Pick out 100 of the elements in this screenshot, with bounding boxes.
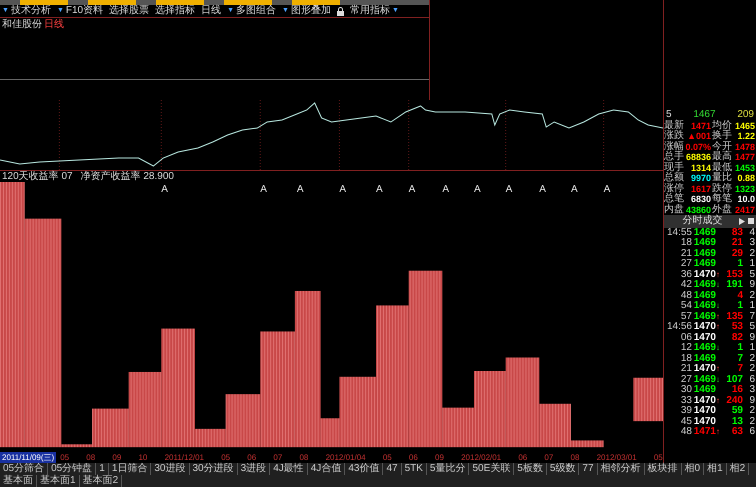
trade-volume: 107 bbox=[725, 374, 743, 385]
bottom-tab[interactable]: 相0 bbox=[682, 463, 704, 475]
bottom-tab[interactable]: 47 bbox=[383, 463, 402, 475]
trade-volume: 1 bbox=[736, 343, 743, 354]
bottom-tab[interactable]: 30进段 bbox=[151, 463, 190, 475]
date-label: 10 bbox=[138, 452, 148, 463]
play-icon[interactable] bbox=[739, 218, 745, 225]
date-label: 2012/01/04 bbox=[326, 452, 366, 463]
trade-price: 1469 bbox=[692, 301, 716, 312]
bottom-tab[interactable]: 相2 bbox=[726, 463, 750, 475]
trade-volume: 7 bbox=[736, 354, 743, 364]
trade-price: 1469 bbox=[692, 343, 716, 354]
date-label: 2012/03/01 bbox=[596, 452, 637, 462]
date-label: 06 bbox=[247, 452, 256, 462]
trade-volume: 135 bbox=[725, 312, 743, 322]
bottom-tab[interactable]: 77 bbox=[579, 463, 598, 475]
bottom-tab[interactable]: 5TK bbox=[402, 463, 427, 475]
trade-time: 14:55 bbox=[666, 228, 692, 238]
bottom-tab[interactable]: 基本面1 bbox=[37, 475, 80, 487]
bottom-tab[interactable]: 基本面2 bbox=[80, 475, 122, 487]
trade-price: 1469 bbox=[692, 312, 716, 322]
trade-time: 48 bbox=[680, 290, 692, 301]
quote-value: 1478 bbox=[734, 142, 756, 152]
trade-price: 1469 bbox=[692, 374, 716, 385]
volume-bar bbox=[633, 378, 663, 422]
trade-price: 1469 bbox=[692, 228, 716, 238]
trade-time: 42 bbox=[680, 280, 692, 291]
quote-value: 9970 bbox=[690, 173, 712, 184]
trade-price: 1470 bbox=[692, 270, 716, 280]
trade-volume: 1 bbox=[736, 301, 743, 312]
date-label: 07 bbox=[273, 452, 282, 463]
bottom-tab[interactable]: 3进段 bbox=[238, 463, 270, 475]
trade-price: 1470 bbox=[692, 396, 716, 406]
quote-label: 外盘 bbox=[712, 204, 732, 214]
trade-arrow: ↓ bbox=[716, 374, 721, 386]
lock-icon[interactable] bbox=[336, 6, 344, 16]
bottom-tab[interactable]: 1 bbox=[96, 463, 109, 475]
trade-arrow: ↑ bbox=[716, 312, 721, 322]
bottom-tab[interactable]: 05分筛合 bbox=[0, 463, 48, 475]
date-label: 06 bbox=[518, 452, 528, 462]
toolbar-menu[interactable]: 日线 bbox=[201, 5, 222, 17]
quote-value: ▲001 bbox=[686, 131, 712, 142]
square-icon[interactable] bbox=[748, 218, 754, 224]
trade-count: 3 bbox=[748, 238, 755, 249]
trade-time: 27 bbox=[680, 374, 692, 385]
quote-value: 6830 bbox=[690, 194, 712, 204]
quote-value: 1314 bbox=[690, 162, 712, 173]
indicator-value: 净资产收益率 28.900 bbox=[80, 171, 174, 182]
bottom-tab[interactable]: 4J合值 bbox=[308, 463, 346, 475]
bottom-tab[interactable]: 4J最性 bbox=[270, 463, 308, 475]
quote-label: 涨跌 bbox=[664, 131, 684, 141]
bottom-tab[interactable]: 板块排 bbox=[644, 463, 682, 475]
date-label: 09 bbox=[112, 452, 122, 463]
date-label: 05 bbox=[221, 452, 230, 462]
bottom-tab[interactable]: 5级数 bbox=[546, 463, 580, 475]
date-label: 08 bbox=[86, 452, 96, 463]
date-label: 05 bbox=[60, 452, 70, 463]
trade-arrow: ↑ bbox=[716, 396, 721, 406]
trade-price: 1469 bbox=[692, 280, 716, 291]
bottom-tab[interactable]: 5板数 bbox=[514, 463, 547, 475]
bottom-tab[interactable]: 相1 bbox=[704, 463, 727, 475]
trade-time: 36 bbox=[680, 270, 692, 280]
trade-time: 21 bbox=[680, 248, 692, 259]
bottom-tab[interactable]: 50E关联 bbox=[469, 463, 514, 475]
bottom-tab[interactable]: 5量比分 bbox=[426, 463, 470, 475]
trade-count: 7 bbox=[748, 312, 755, 322]
event-mark: A bbox=[474, 184, 481, 196]
trade-price: 1470 bbox=[692, 406, 716, 417]
quote-value: 68836 bbox=[684, 152, 712, 162]
bottom-tab[interactable]: 43价值 bbox=[345, 463, 384, 475]
date-label: 2011/12/01 bbox=[164, 452, 204, 462]
trade-arrow: ↓ bbox=[716, 343, 721, 354]
trade-count: 4 bbox=[748, 228, 755, 238]
quote-label: 换手 bbox=[712, 131, 732, 141]
trade-volume: 153 bbox=[725, 270, 743, 280]
date-label: 06 bbox=[408, 452, 418, 463]
quote-value: 0.07% bbox=[684, 142, 712, 152]
trade-arrow: ↓ bbox=[716, 301, 721, 312]
trade-volume: 83 bbox=[730, 228, 743, 238]
trade-volume: 191 bbox=[725, 280, 743, 291]
quote-label: 今开 bbox=[712, 142, 732, 152]
bottom-tab[interactable]: 基本面 bbox=[0, 475, 37, 487]
toolbar-menu[interactable]: 选择股票 bbox=[109, 5, 150, 17]
trade-count: 1 bbox=[748, 301, 755, 312]
trades-title: 分时成交 bbox=[682, 216, 722, 227]
bottom-tab[interactable]: 05分钟盘 bbox=[48, 463, 96, 475]
bottom-tab[interactable]: 1日筛合 bbox=[108, 463, 152, 475]
trade-count: 5 bbox=[748, 322, 755, 333]
bottom-tab[interactable]: 相邻分析 bbox=[598, 463, 645, 475]
trade-count: 9 bbox=[748, 332, 755, 343]
toolbar-menu[interactable]: 选择指标 bbox=[155, 5, 196, 17]
trade-price: 1469 bbox=[692, 238, 716, 249]
quote-value: 43860 bbox=[684, 204, 712, 214]
quote-value: 2417 bbox=[734, 204, 756, 215]
trade-volume: 63 bbox=[730, 427, 743, 438]
bottom-tab[interactable]: 30分进段 bbox=[190, 463, 238, 475]
quote-value: 1477 bbox=[734, 152, 756, 162]
quote-label: 内盘 bbox=[664, 204, 684, 215]
trade-volume: 16 bbox=[730, 385, 743, 396]
quote-header-value: 209 bbox=[737, 110, 754, 120]
